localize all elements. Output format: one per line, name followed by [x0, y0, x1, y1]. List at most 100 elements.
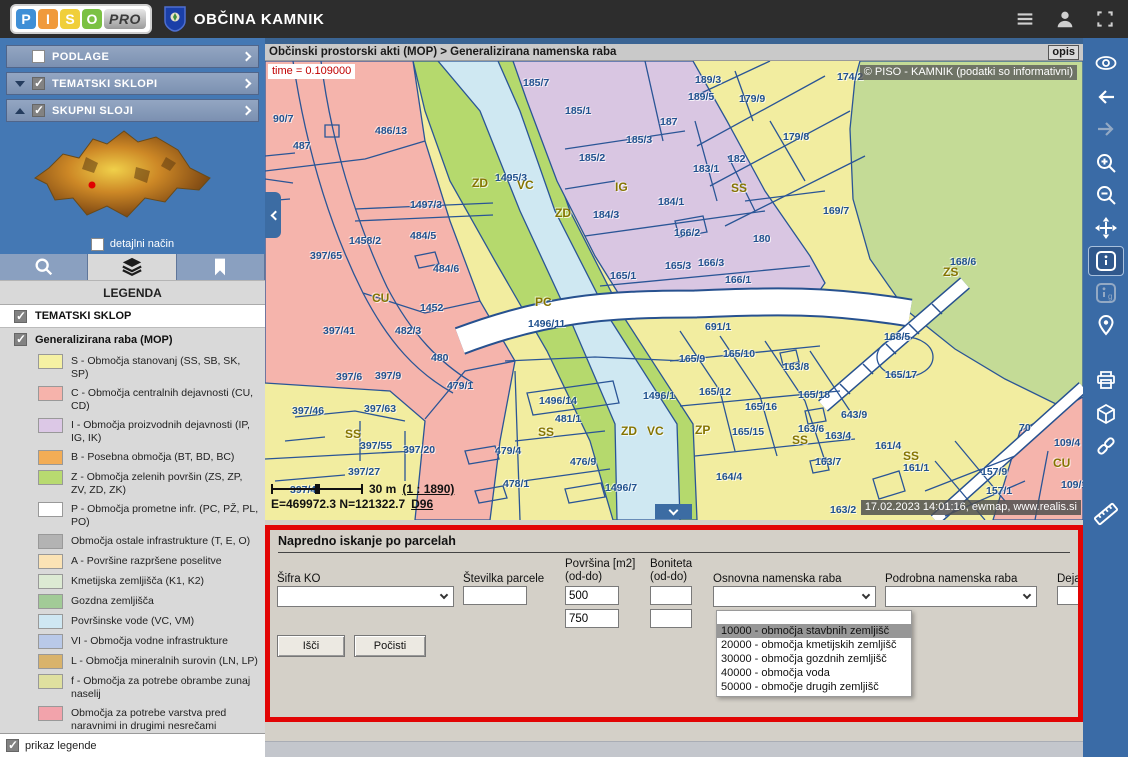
legend-item-label: VI - Območja vodne infrastrukture — [71, 634, 228, 648]
share-link-button[interactable] — [1088, 431, 1124, 461]
parcel-label: 478/1 — [503, 478, 529, 490]
dropdown-option[interactable]: 40000 - območja voda — [717, 666, 911, 680]
tab-search[interactable] — [0, 254, 88, 280]
legend-swatch — [38, 706, 63, 721]
parcel-label: 1452 — [420, 302, 443, 314]
legend-swatch — [38, 450, 63, 465]
info-button[interactable] — [1088, 246, 1124, 276]
parcel-label: 168/5 — [884, 331, 910, 343]
parcel-label: 163/4 — [825, 430, 851, 442]
parcel-label: 161/4 — [875, 440, 901, 452]
3d-view-button[interactable] — [1088, 399, 1124, 429]
zone-label: ZD — [621, 424, 637, 438]
stevilka-parcele-label: Številka parcele — [463, 573, 544, 585]
opis-button[interactable]: opis — [1048, 45, 1079, 60]
bottom-scroll-strip[interactable] — [265, 741, 1083, 757]
piso-logo: P I S O PRO — [10, 4, 152, 34]
legend-swatch — [38, 386, 63, 401]
map-viewport[interactable]: 90/7487486/131497/31458/2484/5397/65484/… — [265, 61, 1083, 520]
sidebar-collapse-button[interactable] — [265, 192, 281, 238]
parcel-label: 479/4 — [495, 445, 521, 457]
scale-datum: D96 — [411, 497, 433, 511]
search-button[interactable]: Išči — [277, 635, 345, 657]
dropdown-option[interactable]: 30000 - območja gozdnih zemljišč — [717, 652, 911, 666]
zone-label: VC — [517, 178, 534, 192]
dropdown-option[interactable]: 50000 - območje drugih zemljišč — [717, 680, 911, 694]
parcel-label: 397/20 — [403, 444, 435, 456]
fullscreen-button[interactable] — [1092, 6, 1118, 32]
map-parcel-labels: 90/7487486/131497/31458/2484/5397/65484/… — [265, 61, 1083, 520]
svg-text:g: g — [1108, 292, 1112, 301]
povrsina-from-input[interactable] — [565, 586, 619, 605]
parcel-label: 484/5 — [410, 230, 436, 242]
parcel-label: 165/9 — [679, 353, 705, 365]
legend-group-checkbox[interactable] — [14, 333, 27, 346]
skupni-checkbox[interactable] — [32, 104, 45, 117]
accordion-podlage[interactable]: PODLAGE — [6, 45, 259, 68]
detail-mode-row: detajlni način — [0, 234, 265, 254]
legend-swatch — [38, 654, 63, 669]
parcel-label: 185/3 — [626, 134, 652, 146]
parcel-label: 1496/7 — [605, 482, 637, 494]
detail-mode-checkbox[interactable] — [91, 238, 104, 251]
legend-swatch — [38, 634, 63, 649]
parcel-label: 166/3 — [698, 257, 724, 269]
podlage-checkbox[interactable] — [32, 50, 45, 63]
legend-item: Kmetijska zemljišča (K1, K2) — [0, 571, 265, 591]
parcel-label: 179/8 — [783, 131, 809, 143]
zoom-in-button[interactable] — [1088, 148, 1124, 178]
dropdown-option[interactable]: 20000 - območja kmetijskih zemljišč — [717, 638, 911, 652]
legend-item: Območja ostale infrastrukture (T, E, O) — [0, 531, 265, 551]
parcel-label: 397/9 — [375, 370, 401, 382]
legend-title: LEGENDA — [0, 281, 265, 305]
parcel-label: 109/4 — [1054, 437, 1080, 449]
clear-button[interactable]: Počisti — [354, 635, 426, 657]
3d-view-icon — [1094, 402, 1118, 426]
panel-collapse-button[interactable] — [655, 504, 692, 519]
podrobna-raba-select[interactable] — [885, 586, 1037, 607]
locate-button[interactable] — [1088, 310, 1124, 340]
boniteta-to-input[interactable] — [650, 609, 692, 628]
measure-button[interactable] — [1088, 499, 1124, 529]
parcel-label: 165/1 — [610, 270, 636, 282]
location-dot — [89, 182, 96, 189]
history-back-button[interactable] — [1088, 82, 1124, 112]
parcel-label: 161/1 — [903, 462, 929, 474]
dropdown-empty-option[interactable] — [717, 611, 911, 624]
stevilka-parcele-input[interactable] — [463, 586, 527, 605]
tab-layers[interactable] — [88, 254, 176, 280]
legend-toggle-checkbox[interactable] — [6, 739, 19, 752]
history-forward-button[interactable] — [1088, 114, 1124, 144]
accordion-skupni-sloji[interactable]: SKUPNI SLOJI — [6, 99, 259, 122]
osnovna-raba-dropdown: 10000 - območja stavbnih zemljišč20000 -… — [716, 610, 912, 697]
dropdown-option[interactable]: 10000 - območja stavbnih zemljišč — [717, 624, 911, 638]
breadcrumb: Občinski prostorski akti (MOP) > General… — [269, 46, 616, 58]
print-button[interactable] — [1088, 365, 1124, 395]
legend-swatch — [38, 418, 63, 433]
povrsina-to-input[interactable] — [565, 609, 619, 628]
osnovna-raba-select[interactable] — [713, 586, 876, 607]
sifra-ko-select[interactable] — [277, 586, 454, 607]
tab-bookmark[interactable] — [177, 254, 265, 280]
view-eye-button[interactable] — [1088, 48, 1124, 78]
parcel-label: 397/6 — [336, 371, 362, 383]
parcel-label: 185/2 — [579, 152, 605, 164]
zoom-out-button[interactable] — [1088, 180, 1124, 210]
chevron-right-icon — [242, 79, 252, 89]
logo-letter-i: I — [38, 9, 58, 29]
accordion-tematski-sklopi[interactable]: TEMATSKI SKLOPI — [6, 72, 259, 95]
parcel-label: 189/3 — [695, 74, 721, 86]
tematski-checkbox[interactable] — [32, 77, 45, 90]
info-group-button[interactable]: g — [1088, 278, 1124, 308]
chevron-right-icon — [242, 52, 252, 62]
legend-item-label: Območja ostale infrastrukture (T, E, O) — [71, 534, 250, 548]
menu-button[interactable] — [1012, 6, 1038, 32]
pan-button[interactable] — [1088, 213, 1124, 243]
legend-group-checkbox[interactable] — [14, 310, 27, 323]
boniteta-from-input[interactable] — [650, 586, 692, 605]
user-icon — [1054, 8, 1076, 30]
zone-label: ZD — [472, 176, 488, 190]
dejanska-raba-input[interactable] — [1057, 586, 1083, 605]
municipality-overview-map[interactable] — [0, 122, 265, 234]
user-button[interactable] — [1052, 6, 1078, 32]
